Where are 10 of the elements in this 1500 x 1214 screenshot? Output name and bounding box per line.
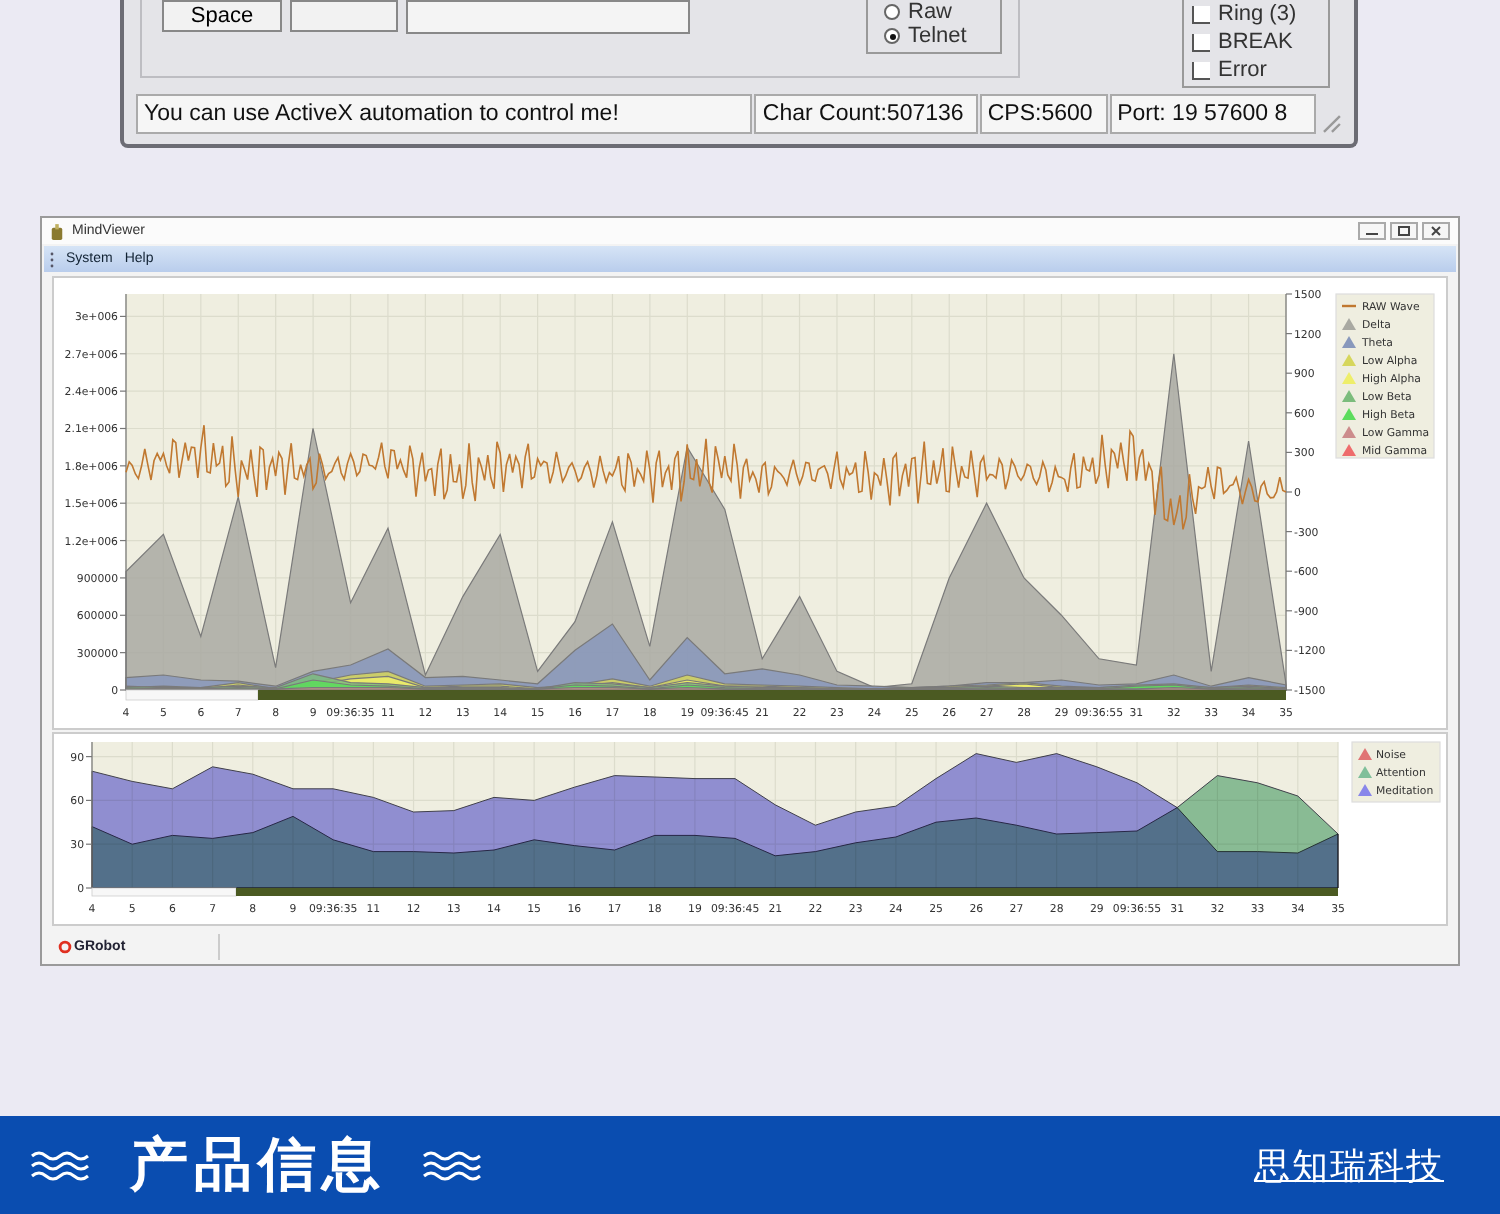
char-count: Char Count:507136 — [754, 94, 978, 134]
cps-reading: CPS:5600 — [979, 94, 1108, 134]
checkbox-label: BREAK — [1218, 31, 1293, 53]
port-settings: Port: 19 57600 8 — [1109, 94, 1317, 134]
checkbox-label: Ring (3) — [1218, 3, 1297, 25]
status-message: You can use ActiveX automation to control me! — [136, 94, 753, 134]
section-title: 产品信息 — [130, 1127, 386, 1201]
checkbox-label: Error — [1218, 59, 1267, 81]
radio-label: Raw — [908, 1, 953, 23]
radio-label: Telnet — [908, 25, 967, 47]
